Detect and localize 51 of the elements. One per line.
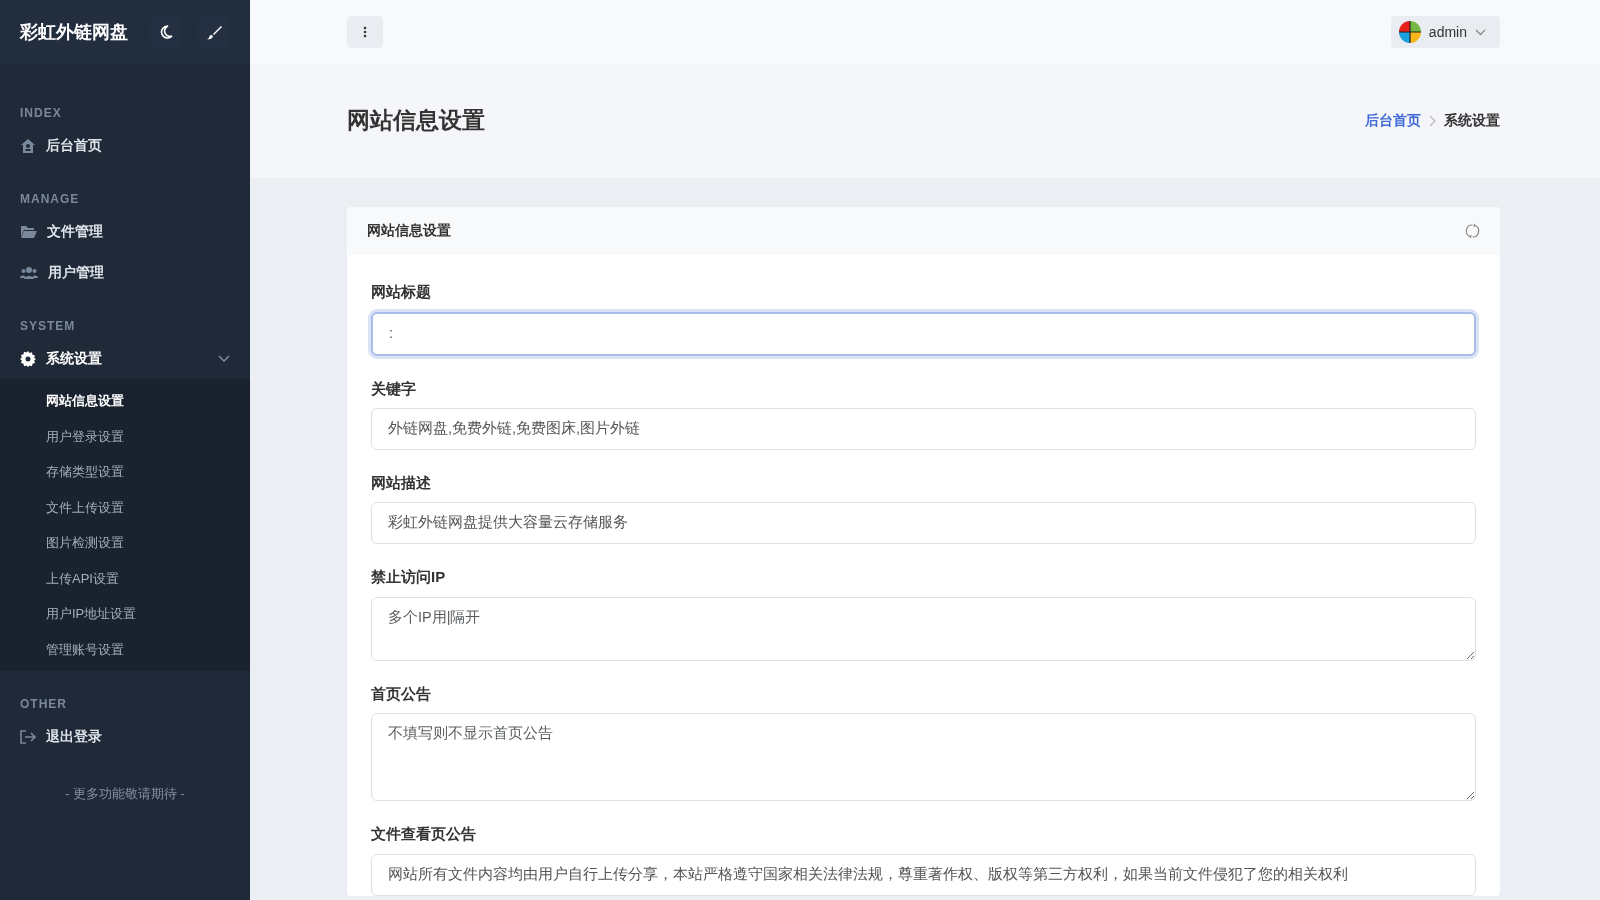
page-title: 网站信息设置	[347, 107, 485, 135]
vertical-dots-icon	[363, 26, 367, 38]
text-field[interactable]: :	[371, 311, 1476, 356]
theme-button[interactable]	[198, 16, 230, 48]
sidebar-item[interactable]: 系统设置	[0, 338, 250, 379]
field-label: 网站描述	[371, 472, 432, 493]
text-area[interactable]: 网站所有文件内容均由用户自行上传分享，本站严格遵守国家相关法律法规，尊重著作权、版权等第三方权利，如果当前文件侵犯了您的相关权利	[371, 853, 1476, 896]
section-heading: OTHER	[19, 696, 68, 713]
field-label: 关键字	[371, 378, 417, 399]
users-icon	[20, 265, 38, 280]
submenu-item[interactable]: 用户IP地址设置	[0, 596, 250, 632]
text-area[interactable]: 不填写则不显示首页公告	[371, 713, 1476, 801]
chevron-icon	[218, 354, 230, 363]
text-field[interactable]: 外链网盘,免费外链,免费图床,图片外链	[371, 408, 1476, 450]
section-heading: SYSTEM	[19, 317, 77, 335]
logout-icon	[20, 730, 36, 745]
breadcrumb-link[interactable]: 后台首页	[1365, 110, 1421, 132]
breadcrumb-separator-icon	[1429, 115, 1436, 127]
folder-icon	[20, 225, 37, 240]
submenu-item[interactable]: 文件上传设置	[0, 489, 250, 525]
moon-icon	[159, 25, 173, 39]
dark-mode-button[interactable]	[150, 16, 182, 48]
submenu-item[interactable]: 用户登录设置	[0, 418, 250, 454]
chevron-down-icon	[1475, 28, 1486, 36]
avatar-icon	[1398, 21, 1421, 43]
user-menu-button[interactable]: admin	[1390, 16, 1500, 48]
submenu-item[interactable]: 管理账号设置	[0, 631, 250, 667]
sidebar-item[interactable]: 后台首页	[0, 126, 250, 167]
brand-title: 彩虹外链网盘	[20, 20, 128, 44]
card-title: 网站信息设置	[367, 222, 451, 240]
field-label: 文件查看页公告	[371, 824, 477, 844]
submenu-item[interactable]: 图片检测设置	[0, 525, 250, 561]
sidebar-item[interactable]: 文件管理	[0, 212, 250, 253]
submenu-item[interactable]: 存储类型设置	[0, 454, 250, 490]
section-heading: INDEX	[19, 105, 63, 122]
text-area[interactable]: 多个IP用|隔开	[371, 596, 1476, 661]
home-icon	[20, 138, 36, 155]
field-label: 禁止访问IP	[371, 567, 447, 587]
submenu-item[interactable]: 网站信息设置	[0, 383, 250, 419]
breadcrumb-current: 系统设置	[1444, 111, 1500, 130]
sidebar-footer-note: - 更多功能敬请期待 -	[64, 786, 186, 804]
field-label: 首页公告	[371, 683, 432, 704]
text-field[interactable]: 彩虹外链网盘提供大容量云存储服务	[371, 502, 1476, 544]
submenu-item[interactable]: 上传API设置	[0, 560, 250, 596]
section-heading: MANAGE	[19, 191, 81, 209]
sidebar-item[interactable]: 退出登录	[0, 717, 250, 758]
field-label: 网站标题	[371, 282, 432, 303]
sidebar-item[interactable]: 用户管理	[0, 252, 250, 293]
gear-icon	[20, 350, 36, 367]
brush-icon	[206, 24, 222, 40]
refresh-icon[interactable]	[1465, 223, 1480, 240]
